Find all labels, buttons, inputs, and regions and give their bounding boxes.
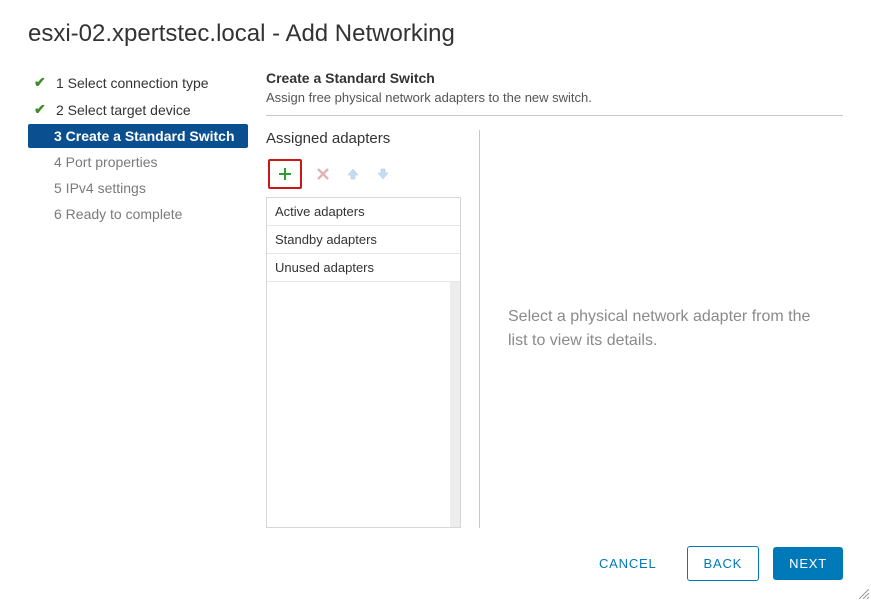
main-panel: Create a Standard Switch Assign free phy… — [266, 70, 843, 528]
adapter-list[interactable]: Active adapters Standby adapters Unused … — [266, 197, 461, 528]
adapter-section-active[interactable]: Active adapters — [267, 198, 460, 226]
dialog-footer: CANCEL BACK NEXT — [28, 528, 843, 581]
content-area: ✔ 1 Select connection type ✔ 2 Select ta… — [28, 70, 843, 528]
resize-handle[interactable] — [859, 589, 869, 599]
panel-title: Create a Standard Switch — [266, 70, 843, 86]
wizard-step-ipv4: 5 IPv4 settings — [28, 176, 248, 200]
check-icon: ✔ — [34, 101, 48, 118]
wizard-steps: ✔ 1 Select connection type ✔ 2 Select ta… — [28, 70, 248, 528]
wizard-step-connection-type[interactable]: ✔ 1 Select connection type — [28, 70, 248, 95]
dialog-title: esxi-02.xpertstec.local - Add Networking — [28, 20, 843, 48]
adapter-list-body — [267, 282, 460, 527]
plus-icon — [278, 167, 292, 181]
cancel-button[interactable]: CANCEL — [583, 547, 673, 580]
add-adapter-button[interactable] — [276, 165, 294, 183]
wizard-step-target-device[interactable]: ✔ 2 Select target device — [28, 97, 248, 122]
panel-subtitle: Assign free physical network adapters to… — [266, 90, 843, 105]
wizard-step-label: 6 Ready to complete — [34, 206, 182, 222]
assigned-adapters-column: Assigned adapters — [266, 130, 461, 528]
x-icon — [316, 167, 330, 181]
adapter-detail-pane: Select a physical network adapter from t… — [498, 130, 843, 528]
wizard-step-label: 1 Select connection type — [54, 75, 209, 91]
move-up-button[interactable] — [344, 165, 362, 183]
add-adapter-highlight — [268, 159, 302, 189]
adapter-toolbar — [266, 157, 461, 191]
wizard-step-label: 3 Create a Standard Switch — [34, 128, 235, 144]
wizard-step-port-properties: 4 Port properties — [28, 150, 248, 174]
arrow-up-icon — [346, 167, 360, 181]
back-button[interactable]: BACK — [687, 546, 760, 581]
assigned-area: Assigned adapters — [266, 130, 843, 528]
add-networking-dialog: esxi-02.xpertstec.local - Add Networking… — [0, 0, 871, 601]
wizard-step-label: 5 IPv4 settings — [34, 180, 146, 196]
wizard-step-label: 2 Select target device — [54, 102, 191, 118]
detail-placeholder: Select a physical network adapter from t… — [508, 305, 833, 353]
wizard-step-label: 4 Port properties — [34, 154, 158, 170]
wizard-step-create-switch[interactable]: 3 Create a Standard Switch — [28, 124, 248, 148]
arrow-down-icon — [376, 167, 390, 181]
panel-header: Create a Standard Switch Assign free phy… — [266, 70, 843, 116]
vertical-divider — [479, 130, 480, 528]
remove-adapter-button[interactable] — [314, 165, 332, 183]
assigned-adapters-title: Assigned adapters — [266, 130, 461, 147]
wizard-step-ready: 6 Ready to complete — [28, 202, 248, 226]
check-icon: ✔ — [34, 74, 48, 91]
adapter-section-standby[interactable]: Standby adapters — [267, 226, 460, 254]
adapter-section-unused[interactable]: Unused adapters — [267, 254, 460, 282]
move-down-button[interactable] — [374, 165, 392, 183]
next-button[interactable]: NEXT — [773, 547, 843, 580]
